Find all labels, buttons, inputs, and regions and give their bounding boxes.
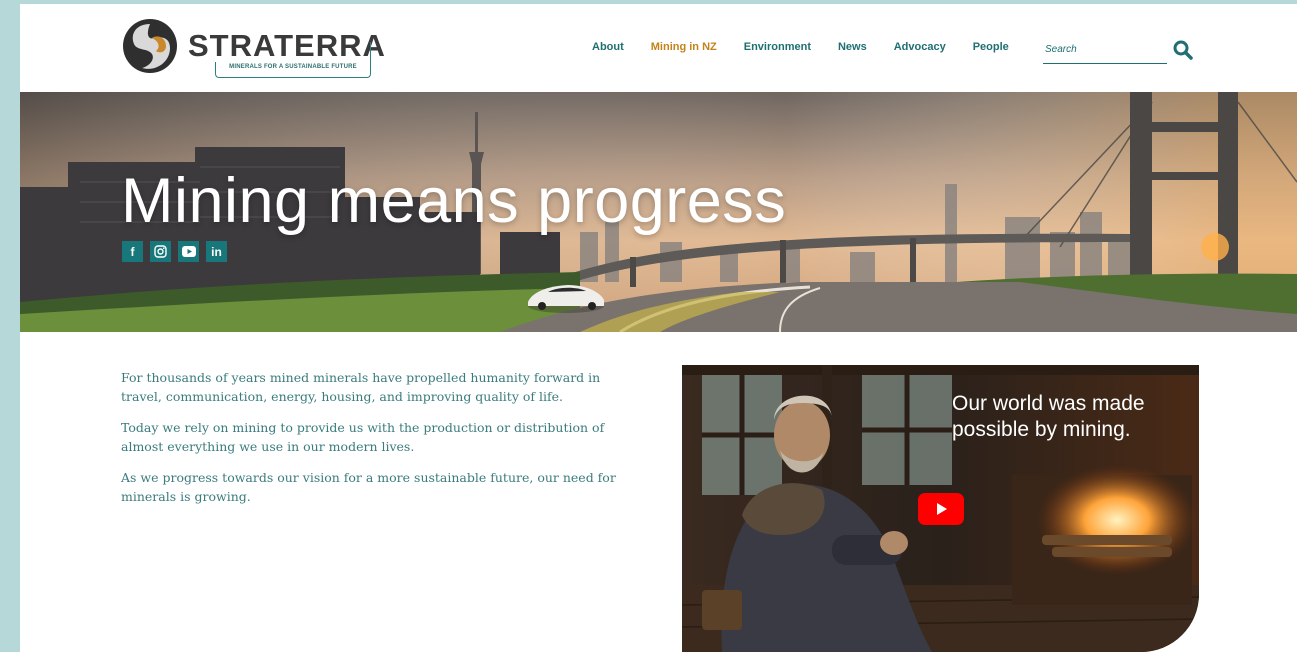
search-box <box>1043 39 1167 64</box>
intro-paragraph-1: For thousands of years mined minerals ha… <box>121 370 601 404</box>
site-header: STRATERRA MINERALS FOR A SUSTAINABLE FUT… <box>20 4 1297 92</box>
nav-news[interactable]: News <box>838 41 867 59</box>
nav-about[interactable]: About <box>592 41 624 59</box>
facebook-icon[interactable]: f <box>122 241 143 262</box>
instagram-icon[interactable] <box>150 241 171 262</box>
nav-environment[interactable]: Environment <box>744 41 811 59</box>
search-input[interactable] <box>1043 39 1165 60</box>
youtube-play-icon[interactable] <box>918 493 964 525</box>
youtube-icon[interactable] <box>178 241 199 262</box>
brand-tagline: MINERALS FOR A SUSTAINABLE FUTURE <box>229 64 357 70</box>
main-nav: About Mining in NZ Environment News Advo… <box>592 41 1036 59</box>
hero-banner: Mining means progress f in <box>20 92 1297 332</box>
search-icon[interactable] <box>1173 40 1193 60</box>
brand-tagline-frame: MINERALS FOR A SUSTAINABLE FUTURE <box>215 62 371 78</box>
nav-advocacy[interactable]: Advocacy <box>894 41 946 59</box>
nav-mining-in-nz[interactable]: Mining in NZ <box>651 41 717 59</box>
hero-title: Mining means progress <box>121 166 787 236</box>
intro-paragraph-2: Today we rely on mining to provide us wi… <box>121 420 605 454</box>
straterra-logo-icon[interactable] <box>122 18 178 74</box>
page: STRATERRA MINERALS FOR A SUSTAINABLE FUT… <box>20 4 1297 652</box>
intro-paragraph-3: As we progress towards our vision for a … <box>121 470 616 504</box>
brand-name[interactable]: STRATERRA <box>188 28 386 64</box>
intro-copy: For thousands of years mined minerals ha… <box>121 368 641 518</box>
brand-tagline-bracket <box>370 42 371 62</box>
video-caption: Our world was made possible by mining. <box>952 392 1145 441</box>
video-player[interactable]: Our world was made possible by mining. <box>682 365 1199 652</box>
linkedin-icon[interactable]: in <box>206 241 227 262</box>
nav-people[interactable]: People <box>973 41 1009 59</box>
social-links: f in <box>122 241 227 262</box>
